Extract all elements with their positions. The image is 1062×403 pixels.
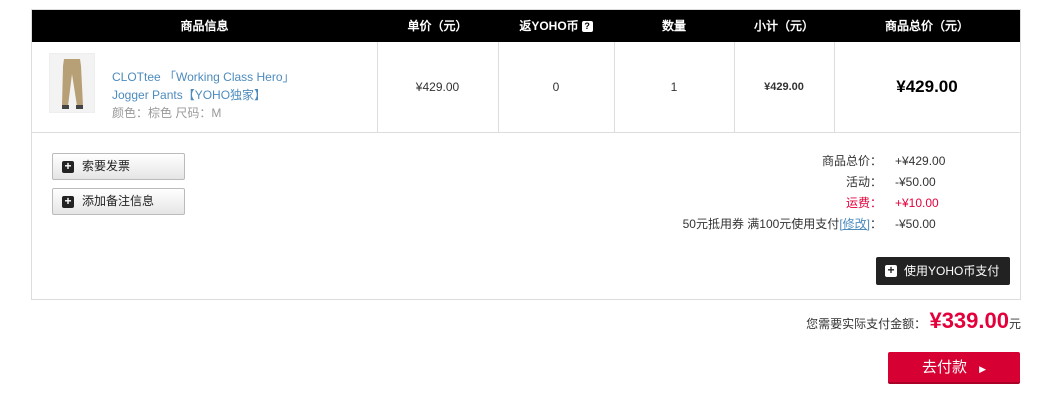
- summary-promo: 活动： -¥50.00: [670, 172, 990, 192]
- yoho-coin-value: 0: [552, 80, 560, 94]
- header-total: 商品总价（元）: [884, 19, 969, 33]
- summary-promo-value: -¥50.00: [895, 175, 936, 189]
- summary-shipping-label: 运费：: [845, 196, 882, 210]
- summary-promo-label: 活动：: [845, 175, 882, 189]
- header-yoho-coin-label: 返YOHO币: [519, 19, 579, 33]
- header-yoho-coin: 返YOHO币?: [498, 10, 614, 42]
- summary-coupon-value: -¥50.00: [895, 217, 936, 231]
- pants-image-icon: [62, 59, 83, 109]
- request-invoice-label: 索要发票: [82, 159, 131, 173]
- plus-icon: +: [62, 195, 74, 208]
- plus-icon: +: [62, 160, 74, 173]
- item-total: ¥429.00: [896, 77, 958, 96]
- header-product: 商品信息: [180, 19, 229, 33]
- quantity: 1: [670, 80, 678, 94]
- payable-total: 您需要实际支付金额： ¥339.00元: [806, 306, 1021, 336]
- summary-shipping: 运费： +¥10.00: [670, 193, 990, 213]
- header-unit-price: 单价（元）: [407, 19, 468, 33]
- summary-goods-label: 商品总价：: [821, 154, 882, 168]
- subtotal: ¥429.00: [764, 81, 804, 93]
- payable-label: 您需要实际支付金额：: [806, 317, 927, 331]
- request-invoice-button[interactable]: + 索要发票: [52, 153, 185, 180]
- product-thumbnail[interactable]: [49, 53, 95, 113]
- product-info: CLOTtee 「Working Class Hero」 Jogger Pant…: [112, 68, 342, 122]
- coupon-edit-link[interactable]: [修改]: [839, 217, 870, 231]
- coupon-colon: ：: [869, 217, 882, 231]
- product-name-line1[interactable]: CLOTtee 「Working Class Hero」: [112, 68, 342, 86]
- help-icon[interactable]: ?: [581, 21, 593, 33]
- table-row: CLOTtee 「Working Class Hero」 Jogger Pant…: [32, 42, 1020, 133]
- header-subtotal: 小计（元）: [753, 19, 814, 33]
- payable-unit: 元: [1008, 317, 1021, 331]
- summary-goods-value: +¥429.00: [895, 154, 946, 168]
- add-remark-label: 添加备注信息: [82, 194, 155, 208]
- payable-amount: ¥339.00: [929, 308, 1009, 333]
- cart-box: 商品信息 单价（元） 返YOHO币? 数量 小计（元） 商品总价（元） CLOT…: [31, 9, 1021, 300]
- summary-coupon: 50元抵用券 满100元使用支付[修改]： -¥50.00: [670, 214, 990, 234]
- add-remark-button[interactable]: + 添加备注信息: [52, 188, 185, 215]
- header-qty: 数量: [661, 19, 686, 33]
- yoho-coin-pay-button[interactable]: + 使用YOHO币支付: [876, 257, 1010, 285]
- plus-icon: +: [885, 264, 897, 277]
- product-attributes: 颜色：棕色 尺码：M: [112, 106, 222, 120]
- checkout-button[interactable]: 去付款 ▶: [888, 352, 1020, 384]
- unit-price: ¥429.00: [415, 80, 460, 94]
- cart-table-header: 商品信息 单价（元） 返YOHO币? 数量 小计（元） 商品总价（元）: [32, 10, 1020, 42]
- checkout-label: 去付款: [921, 359, 967, 376]
- summary-goods: 商品总价： +¥429.00: [670, 151, 990, 171]
- product-name-line2[interactable]: Jogger Pants【YOHO独家】: [112, 86, 342, 104]
- yoho-coin-pay-label: 使用YOHO币支付: [904, 264, 1000, 278]
- summary-shipping-value: +¥10.00: [895, 196, 939, 210]
- chevron-right-icon: ▶: [979, 364, 987, 374]
- coupon-text: 50元抵用券 满100元使用支付: [682, 217, 840, 231]
- summary-coupon-label: 50元抵用券 满100元使用支付[修改]：: [683, 214, 882, 234]
